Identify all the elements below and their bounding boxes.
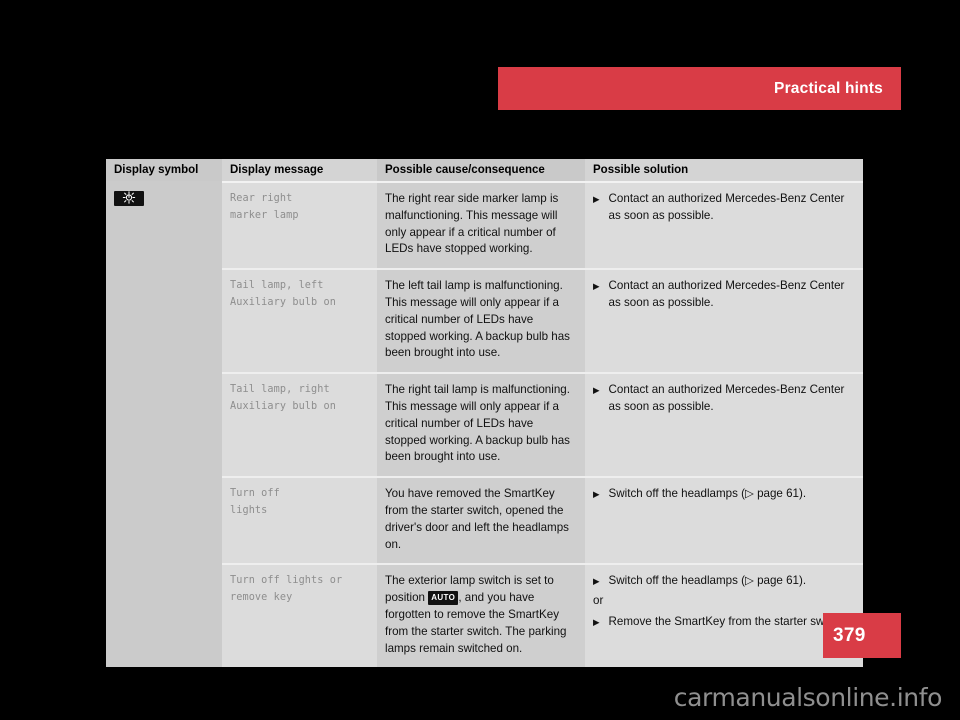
display-message-text: Tail lamp, left Auxiliary bulb on [230, 280, 336, 308]
triangle-right-icon: ▶ [593, 194, 600, 204]
cell-possible-cause: You have removed the SmartKey from the s… [377, 476, 585, 565]
cell-display-message: Tail lamp, right Auxiliary bulb on [222, 372, 377, 478]
column-header-display-symbol: Display symbol [106, 159, 222, 182]
solution-step: ▶ Contact an authorized Mercedes-Benz Cen… [593, 191, 855, 225]
solution-step: ▶ Remove the SmartKey from the starter sw… [593, 614, 855, 631]
triangle-right-icon: ▶ [593, 385, 600, 396]
cell-possible-cause: The left tail lamp is malfunctioning. Th… [377, 268, 585, 374]
solution-step: ▶ Switch off the headlamps (▷ page 61). [593, 573, 855, 590]
page-header-title: Practical hints [774, 79, 883, 97]
auto-mode-badge: AUTO [428, 591, 459, 605]
site-watermark: carmanualsonline.info [673, 683, 943, 712]
side-marker-lamp-icon [114, 191, 144, 207]
page-number-badge: 379 [823, 613, 901, 658]
solution-step: ▶ Contact an authorized Mercedes-Benz Cen… [593, 278, 855, 312]
cell-display-symbol [106, 268, 222, 374]
solution-step-text: Contact an authorized Mercedes-Benz Cent… [608, 383, 845, 413]
cell-possible-cause: The right tail lamp is malfunctioning. T… [377, 372, 585, 478]
solution-step-text: Contact an authorized Mercedes-Benz Cent… [608, 192, 845, 222]
display-messages-table: Display symbol Display message Possible … [106, 159, 863, 668]
cell-display-symbol [106, 180, 222, 270]
possible-cause-text: The exterior lamp switch is set to posit… [385, 574, 567, 655]
possible-cause-text: The left tail lamp is malfunctioning. Th… [385, 279, 570, 360]
solution-step-text: Remove the SmartKey from the starter swi… [608, 614, 846, 628]
table-body: Rear right marker lamp The right rear sid… [106, 180, 863, 668]
table-row: Turn off lights or remove key The exterio… [106, 563, 863, 668]
cell-possible-solution: ▶ Contact an authorized Mercedes-Benz Cen… [585, 372, 863, 478]
table-row: Tail lamp, right Auxiliary bulb on The ri… [106, 372, 863, 478]
possible-cause-text: You have removed the SmartKey from the s… [385, 487, 569, 551]
display-message-text: Turn off lights [230, 488, 280, 516]
solution-step-text: Switch off the headlamps (▷ page 61). [608, 574, 807, 588]
cell-display-message: Turn off lights [222, 476, 377, 565]
cell-possible-solution: ▶ Contact an authorized Mercedes-Benz Cen… [585, 268, 863, 374]
column-header-possible-solution: Possible solution [585, 159, 863, 182]
solution-step: ▶ Contact an authorized Mercedes-Benz Cen… [593, 382, 855, 416]
possible-cause-text: The right tail lamp is malfunctioning. T… [385, 383, 570, 464]
display-message-text: Tail lamp, right Auxiliary bulb on [230, 384, 336, 412]
possible-cause-text: The right rear side marker lamp is malfu… [385, 192, 559, 256]
display-message-text: Turn off lights or remove key [230, 575, 343, 603]
table-row: Tail lamp, left Auxiliary bulb on The lef… [106, 268, 863, 374]
cell-display-symbol [106, 476, 222, 565]
column-header-display-message: Display message [222, 159, 377, 182]
cell-display-message: Tail lamp, left Auxiliary bulb on [222, 268, 377, 374]
cell-display-symbol [106, 563, 222, 668]
display-message-text: Rear right marker lamp [230, 193, 299, 221]
page-number: 379 [833, 624, 866, 646]
solution-or-separator: or [593, 594, 604, 608]
cell-display-message: Turn off lights or remove key [222, 563, 377, 668]
triangle-right-icon: ▶ [593, 489, 600, 500]
table-row: Rear right marker lamp The right rear sid… [106, 180, 863, 270]
cell-possible-solution: ▶ Switch off the headlamps (▷ page 61). or… [585, 563, 863, 668]
cell-possible-solution: ▶ Switch off the headlamps (▷ page 61). [585, 476, 863, 565]
solution-step-text: Contact an authorized Mercedes-Benz Cent… [608, 279, 845, 309]
cell-possible-solution: ▶ Contact an authorized Mercedes-Benz Cen… [585, 180, 863, 270]
cell-possible-cause: The right rear side marker lamp is malfu… [377, 180, 585, 270]
triangle-right-icon: ▶ [593, 616, 600, 627]
cell-display-message: Rear right marker lamp [222, 180, 377, 270]
column-header-possible-cause: Possible cause/consequence [377, 159, 585, 182]
cell-possible-cause: The exterior lamp switch is set to posit… [377, 563, 585, 668]
solution-step-text: Switch off the headlamps (▷ page 61). [608, 487, 807, 501]
cell-display-symbol [106, 372, 222, 478]
triangle-right-icon: ▶ [593, 576, 600, 587]
solution-step: ▶ Switch off the headlamps (▷ page 61). [593, 486, 855, 503]
triangle-right-icon: ▶ [593, 281, 600, 292]
header-band: Practical hints [498, 67, 901, 110]
table-header-row: Display symbol Display message Possible … [106, 159, 863, 182]
table-row: Turn off lights You have removed the Smar… [106, 476, 863, 565]
